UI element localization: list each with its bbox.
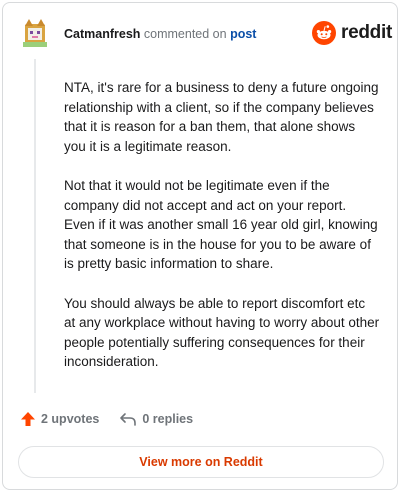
avatar[interactable] <box>20 18 50 48</box>
upvote-button[interactable]: 2 upvotes <box>20 411 99 427</box>
post-link[interactable]: post <box>230 27 256 41</box>
embedded-comment-card: Catmanfresh commented on post reddit NTA… <box>2 2 398 490</box>
comment-header: Catmanfresh commented on post <box>64 27 256 41</box>
comment-actions: 2 upvotes 0 replies <box>20 411 193 427</box>
comment-paragraph: Not that it would not be legitimate even… <box>64 178 378 271</box>
comment-paragraph: You should always be able to report disc… <box>64 295 380 370</box>
reddit-alien-icon <box>312 21 336 45</box>
header-action-text: commented on <box>143 27 227 41</box>
reply-button[interactable]: 0 replies <box>119 411 193 427</box>
view-more-button[interactable]: View more on Reddit <box>18 446 384 478</box>
upvote-arrow-icon <box>21 412 35 426</box>
username-link[interactable]: Catmanfresh <box>64 27 140 41</box>
upvote-count: 2 upvotes <box>41 412 100 426</box>
thread-line <box>34 59 36 393</box>
comment-body: NTA, it's rare for a business to deny a … <box>64 78 380 392</box>
reddit-wordmark: reddit <box>341 22 392 43</box>
reply-arrow-icon <box>120 413 137 426</box>
comment-paragraph: NTA, it's rare for a business to deny a … <box>64 80 379 154</box>
reddit-logo[interactable]: reddit <box>312 21 392 45</box>
reply-count: 0 replies <box>142 412 194 426</box>
